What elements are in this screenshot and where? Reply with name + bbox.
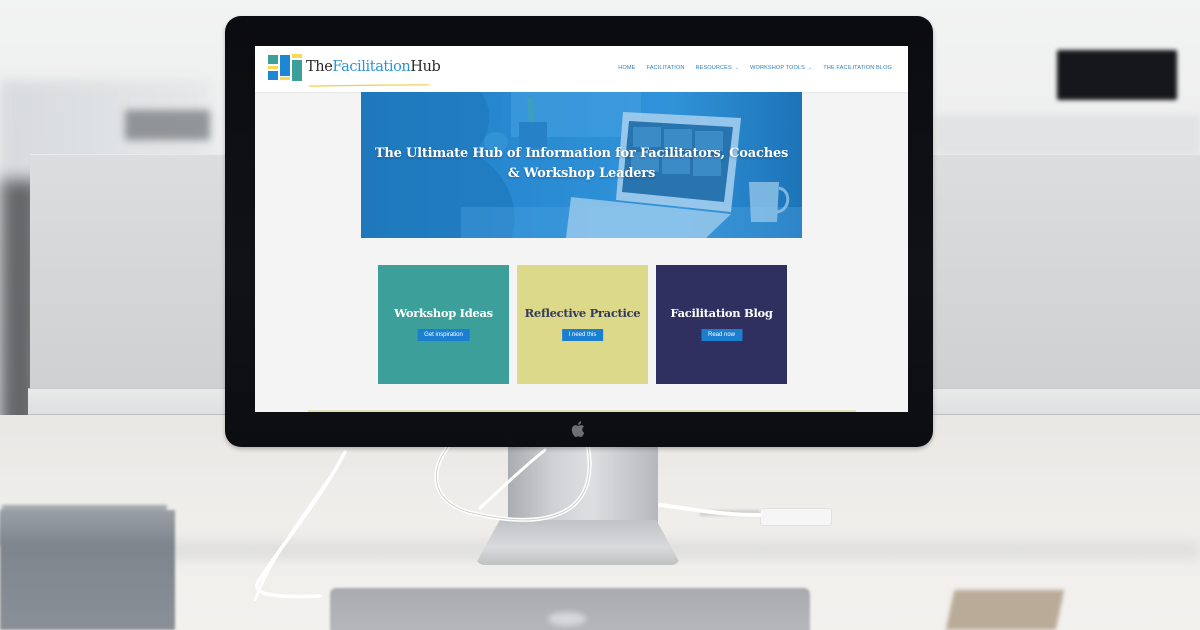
monitor-stand-foot <box>475 520 681 565</box>
card-reflective-practice[interactable]: Reflective Practice I need this <box>517 265 648 384</box>
nav-facilitation[interactable]: FACILITATION <box>646 65 684 71</box>
hero-banner: The Ultimate Hub of Information for Faci… <box>361 92 802 238</box>
i-need-this-button[interactable]: I need this <box>561 329 604 341</box>
desk-cable-slot <box>700 510 760 516</box>
monitor-screen: TheFacilitationHub HOME FACILITATION RES… <box>255 46 908 412</box>
card-title: Workshop Ideas <box>394 306 493 320</box>
site-logo[interactable]: TheFacilitationHub <box>268 54 441 87</box>
chevron-down-icon: ⌄ <box>807 65 813 71</box>
nav-workshop-tools-label: WORKSHOP TOOLS <box>750 65 805 71</box>
blurred-background-object <box>125 110 210 140</box>
logo-text-suffix: Hub <box>410 58 441 75</box>
notepad <box>945 590 1065 630</box>
card-workshop-ideas[interactable]: Workshop Ideas Get inspiration <box>378 265 509 384</box>
nav-facilitation-label: FACILITATION <box>646 65 685 71</box>
site-header: TheFacilitationHub HOME FACILITATION RES… <box>255 46 908 92</box>
read-now-button[interactable]: Read now <box>700 329 743 341</box>
blurred-background-desk <box>935 115 1200 155</box>
footer-divider <box>308 410 856 412</box>
monitor-stand-neck <box>508 445 658 530</box>
hero-title: The Ultimate Hub of Information for Faci… <box>374 146 789 181</box>
laptop-logo-icon <box>548 612 586 626</box>
card-title: Facilitation Blog <box>670 306 773 320</box>
nav-resources[interactable]: RESOURCES ⌄ <box>695 65 739 71</box>
nav-home[interactable]: HOME <box>618 65 635 71</box>
logo-underline <box>308 84 430 87</box>
nav-facilitation-blog-label: THE FACILITATION BLOG <box>823 65 892 71</box>
chevron-down-icon: ⌄ <box>734 65 740 71</box>
book-stack <box>0 510 175 630</box>
get-inspiration-button[interactable]: Get inspiration <box>417 329 470 341</box>
nav-home-label: HOME <box>618 65 636 71</box>
nav-workshop-tools[interactable]: WORKSHOP TOOLS ⌄ <box>750 65 812 71</box>
main-nav: HOME FACILITATION RESOURCES ⌄ WORKSHOP TO… <box>618 65 892 71</box>
apple-logo-icon <box>571 421 585 437</box>
card-facilitation-blog[interactable]: Facilitation Blog Read now <box>656 265 787 384</box>
logo-text: TheFacilitationHub <box>306 58 441 75</box>
logo-text-prefix: The <box>306 58 333 75</box>
nav-resources-label: RESOURCES <box>695 65 732 71</box>
nav-facilitation-blog[interactable]: THE FACILITATION BLOG <box>823 65 892 71</box>
logo-blocks-icon <box>268 54 303 81</box>
blurred-background-monitor-right <box>1057 50 1177 100</box>
card-title: Reflective Practice <box>524 306 641 320</box>
logo-text-accent: Facilitation <box>332 58 411 75</box>
desk-cable-tray <box>760 508 832 526</box>
